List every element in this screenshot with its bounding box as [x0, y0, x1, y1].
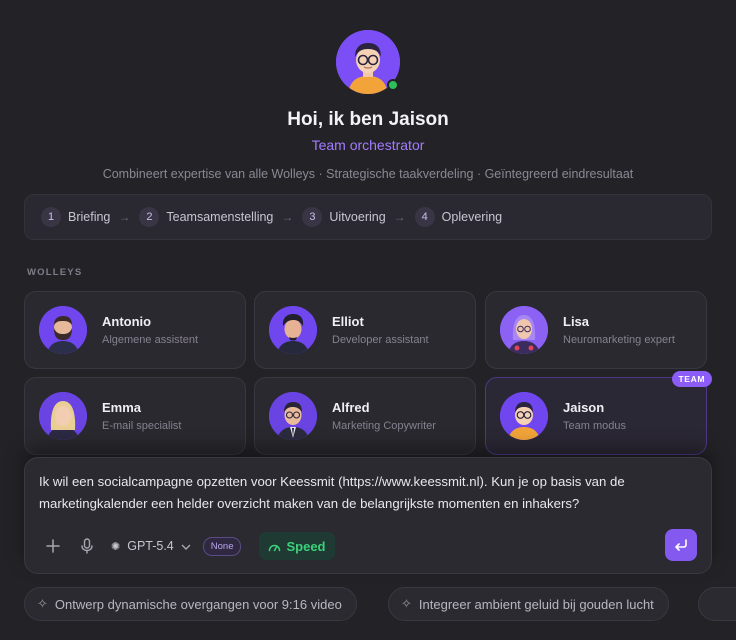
hero-description: Combineert expertise van alle Wolleys · …: [102, 167, 634, 181]
chevron-down-icon: [181, 539, 191, 553]
agent-card-antonio[interactable]: Antonio Algemene assistent: [24, 291, 246, 369]
openai-logo-icon: ✺: [111, 540, 121, 553]
agent-name: Emma: [102, 400, 142, 415]
agent-name: Alfred: [332, 400, 370, 415]
microphone-icon: [81, 538, 93, 554]
reasoning-level-badge[interactable]: None: [202, 536, 242, 556]
suggestion-chips: ✧ Ontwerp dynamische overgangen voor 9:1…: [24, 587, 736, 621]
agent-card-jaison[interactable]: Jaison Team modus TEAM: [485, 371, 712, 455]
sparkle-icon: ✧: [37, 596, 48, 611]
agent-card-elliot[interactable]: Elliot Developer assistant: [254, 291, 476, 369]
suggestion-chip[interactable]: ✧ Integreer ambient geluid bij gouden lu…: [388, 587, 669, 621]
agent-role: Developer assistant: [332, 334, 429, 346]
agent-avatar: [269, 392, 317, 440]
hero-role: Team orchestrator: [311, 137, 425, 153]
agent-card-emma[interactable]: Emma E-mail specialist: [24, 377, 246, 455]
step-number: 3: [302, 207, 323, 227]
step-teamsamenstelling: 2 Teamsamenstelling: [139, 207, 273, 227]
agent-grid: Antonio Algemene assistent Elliot Develo…: [24, 291, 712, 455]
agent-avatar: [500, 392, 548, 440]
agent-name: Elliot: [332, 314, 364, 329]
agent-role: Marketing Copywriter: [332, 420, 436, 432]
plus-icon: [46, 539, 60, 553]
step-label: Teamsamenstelling: [166, 210, 274, 224]
step-number: 2: [139, 207, 160, 227]
hero: Hoi, ik ben Jaison Team orchestrator Com…: [0, 30, 736, 181]
agent-card-lisa[interactable]: Lisa Neuromarketing expert: [485, 291, 707, 369]
agent-role: Neuromarketing expert: [563, 334, 675, 346]
message-input[interactable]: Ik wil een socialcampagne opzetten voor …: [39, 471, 699, 515]
send-button[interactable]: [665, 529, 697, 561]
agent-card-alfred[interactable]: Alfred Marketing Copywriter: [254, 377, 476, 455]
agent-avatar: [269, 306, 317, 354]
agent-avatar: [39, 392, 87, 440]
jaison-avatar-icon: [500, 392, 548, 440]
agent-role: Algemene assistent: [102, 334, 198, 346]
step-number: 4: [414, 207, 435, 227]
gauge-icon: [269, 544, 281, 551]
step-oplevering: 4 Oplevering: [414, 207, 503, 227]
composer-toolbar: ✺ GPT-5.4 None Speed: [39, 532, 335, 560]
workflow-steps: 1 Briefing → 2 Teamsamenstelling → 3 Uit…: [24, 194, 712, 240]
speed-toggle[interactable]: Speed: [259, 532, 335, 560]
message-composer: Ik wil een socialcampagne opzetten voor …: [24, 457, 712, 574]
suggestion-chip[interactable]: ✧ Ontwerp dynamische overgangen voor 9:1…: [24, 587, 357, 621]
agent-name: Jaison: [563, 400, 605, 415]
sparkle-icon: ✧: [401, 596, 412, 611]
step-label: Briefing: [68, 210, 111, 224]
jaison-avatar: [336, 30, 400, 94]
online-status-indicator: [387, 79, 399, 91]
step-briefing: 1 Briefing: [41, 207, 110, 227]
agent-role: Team modus: [563, 420, 626, 432]
voice-input-button[interactable]: [73, 532, 101, 560]
step-uitvoering: 3 Uitvoering: [302, 207, 386, 227]
add-attachment-button[interactable]: [39, 532, 67, 560]
model-selector[interactable]: ✺ GPT-5.4: [111, 539, 191, 553]
bearded-man-avatar-icon: [39, 306, 87, 354]
team-badge: TEAM: [671, 371, 712, 387]
step-number: 1: [41, 207, 61, 227]
arrow-right-icon: →: [281, 210, 294, 224]
step-label: Uitvoering: [329, 210, 386, 224]
suggestion-chip-overflow[interactable]: [698, 587, 736, 621]
developer-avatar-icon: [269, 306, 317, 354]
agent-avatar: [500, 306, 548, 354]
model-name: GPT-5.4: [127, 539, 174, 553]
suggestion-text: Integreer ambient geluid bij gouden luch…: [418, 596, 654, 612]
arrow-right-icon: →: [393, 210, 406, 224]
hero-title: Hoi, ik ben Jaison: [287, 109, 449, 130]
enter-arrow-icon: [675, 539, 687, 551]
suited-man-avatar-icon: [269, 392, 317, 440]
agent-role: E-mail specialist: [102, 420, 182, 432]
section-label-wolleys: WOLLEYS: [27, 267, 83, 278]
arrow-right-icon: →: [118, 210, 131, 224]
speed-label: Speed: [286, 538, 326, 554]
step-label: Oplevering: [441, 210, 503, 224]
suggestion-text: Ontwerp dynamische overgangen voor 9:16 …: [54, 596, 342, 612]
agent-avatar: [39, 306, 87, 354]
agent-name: Antonio: [102, 314, 152, 329]
blonde-woman-avatar-icon: [39, 392, 87, 440]
agent-name: Lisa: [563, 314, 590, 329]
woman-avatar-icon: [500, 306, 548, 354]
